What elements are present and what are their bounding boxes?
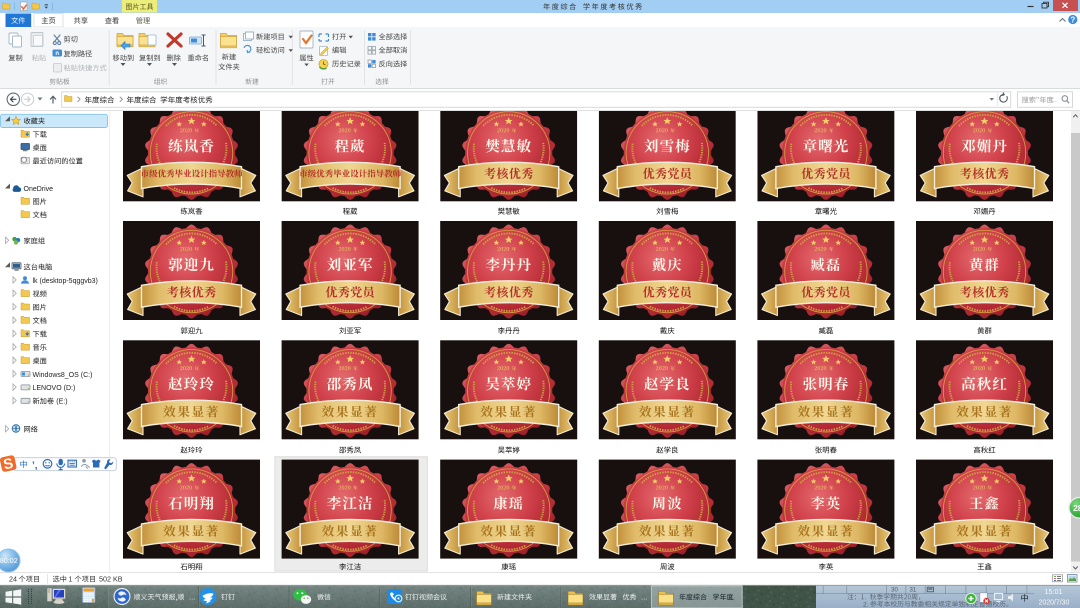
svg-text:LENOVO (D:): LENOVO (D:) bbox=[33, 385, 76, 392]
svg-text:OneDrive: OneDrive bbox=[24, 186, 54, 193]
svg-text:n: n bbox=[55, 51, 59, 57]
svg-text:?: ? bbox=[1070, 16, 1075, 25]
svg-text:80:02: 80:02 bbox=[0, 556, 18, 565]
svg-text:...: ... bbox=[728, 593, 734, 602]
svg-text:...: ... bbox=[189, 593, 195, 602]
svg-text:’,: ’, bbox=[32, 461, 38, 472]
svg-text:1: 1 bbox=[69, 575, 73, 584]
svg-text:31: 31 bbox=[909, 587, 916, 593]
svg-text:24: 24 bbox=[9, 575, 17, 584]
svg-text:28: 28 bbox=[1073, 503, 1080, 513]
svg-text:...: ... bbox=[1051, 95, 1057, 104]
svg-text:2020/7/30: 2020/7/30 bbox=[1039, 599, 1070, 606]
svg-text:30: 30 bbox=[891, 587, 898, 593]
svg-text:lk (desktop-5qggvb3): lk (desktop-5qggvb3) bbox=[33, 278, 98, 285]
svg-text:502 KB: 502 KB bbox=[99, 575, 123, 584]
svg-text:(E:): (E:) bbox=[56, 399, 67, 406]
svg-text:15:01: 15:01 bbox=[1045, 587, 1063, 596]
svg-text:2.: 2. bbox=[863, 601, 869, 608]
svg-text:Windows8_OS (C:): Windows8_OS (C:) bbox=[33, 372, 93, 379]
svg-text:...: ... bbox=[641, 593, 647, 602]
